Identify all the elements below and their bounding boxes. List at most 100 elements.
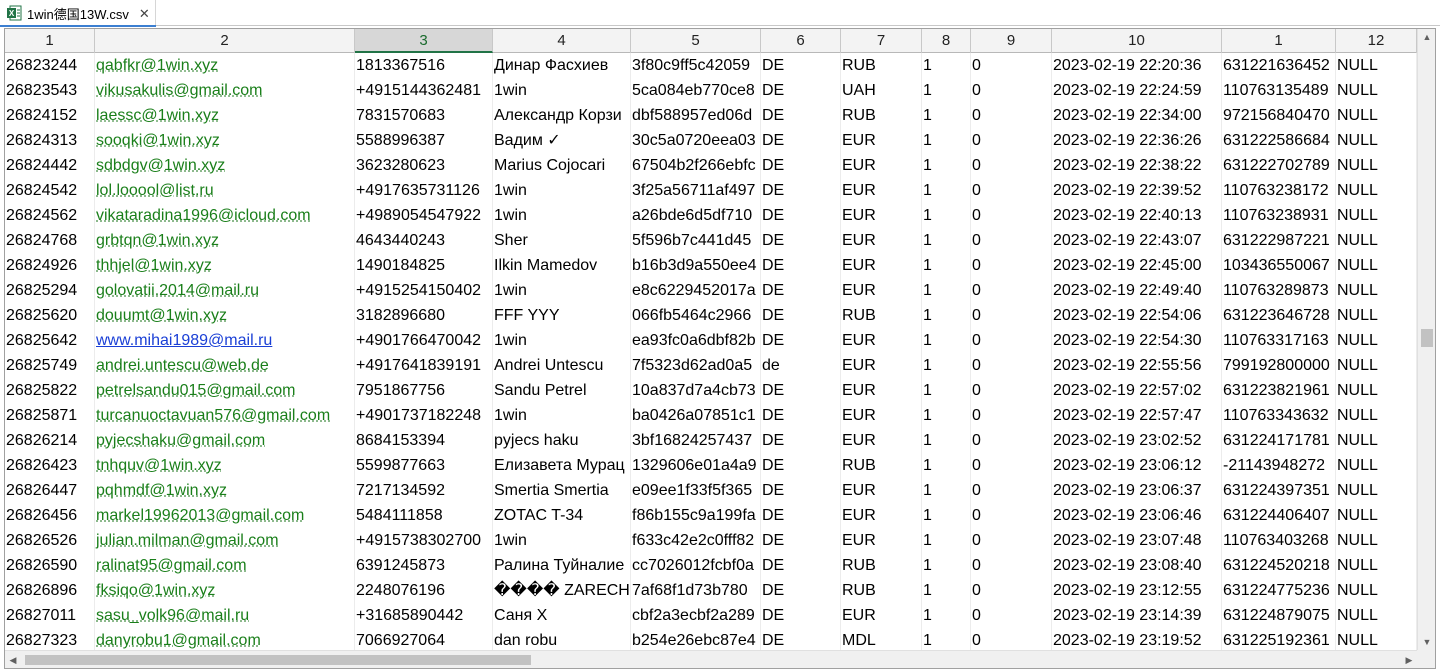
table-cell[interactable]: 1 — [922, 153, 971, 178]
table-cell[interactable]: DE — [761, 128, 841, 153]
table-cell[interactable]: 3f25a56711af497 — [631, 178, 761, 203]
table-cell[interactable]: cbf2a3ecbf2a289 — [631, 603, 761, 628]
table-cell[interactable]: b16b3d9a550ee4 — [631, 253, 761, 278]
table-cell[interactable]: Динар Фасхиев — [493, 53, 631, 78]
table-cell[interactable]: 5ca084eb770ce8 — [631, 78, 761, 103]
table-cell[interactable]: 26824442 — [5, 153, 95, 178]
table-cell[interactable]: 2023-02-19 22:34:00 — [1052, 103, 1222, 128]
table-cell[interactable]: 2023-02-19 22:57:02 — [1052, 378, 1222, 403]
table-cell[interactable]: 26826590 — [5, 553, 95, 578]
table-cell[interactable]: 0 — [971, 78, 1052, 103]
table-cell[interactable]: 0 — [971, 103, 1052, 128]
table-cell[interactable]: Вадим ✓ — [493, 128, 631, 153]
table-cell[interactable]: 8684153394 — [355, 428, 493, 453]
table-cell[interactable]: 1 — [922, 103, 971, 128]
table-cell[interactable]: de — [761, 353, 841, 378]
table-cell[interactable]: 631224397351 — [1222, 478, 1336, 503]
email-link-cell[interactable]: golovatii.2014@mail.ru — [95, 278, 355, 303]
table-cell[interactable]: 1win — [493, 528, 631, 553]
email-link-cell[interactable]: sooqki@1win.xyz — [95, 128, 355, 153]
table-cell[interactable]: 1win — [493, 178, 631, 203]
table-cell[interactable]: 110763403268 — [1222, 528, 1336, 553]
table-cell[interactable]: 0 — [971, 128, 1052, 153]
table-cell[interactable]: 26823244 — [5, 53, 95, 78]
table-cell[interactable]: 631223821961 — [1222, 378, 1336, 403]
table-cell[interactable]: 066fb5464c2966 — [631, 303, 761, 328]
table-cell[interactable]: 1 — [922, 553, 971, 578]
table-cell[interactable]: 0 — [971, 453, 1052, 478]
table-cell[interactable]: 1 — [922, 128, 971, 153]
table-cell[interactable]: 26826214 — [5, 428, 95, 453]
table-cell[interactable]: NULL — [1336, 553, 1417, 578]
table-cell[interactable]: 631223646728 — [1222, 303, 1336, 328]
table-cell[interactable]: e09ee1f33f5f365 — [631, 478, 761, 503]
table-cell[interactable]: 1 — [922, 478, 971, 503]
table-cell[interactable]: 7af68f1d73b780 — [631, 578, 761, 603]
table-cell[interactable]: 2023-02-19 22:38:22 — [1052, 153, 1222, 178]
table-cell[interactable]: 26824542 — [5, 178, 95, 203]
table-cell[interactable]: 3f80c9ff5c42059 — [631, 53, 761, 78]
column-header-9[interactable]: 9 — [971, 29, 1052, 53]
table-cell[interactable]: 631221636452 — [1222, 53, 1336, 78]
email-link-cell[interactable]: turcanuoctavuan576@gmail.com — [95, 403, 355, 428]
table-cell[interactable]: DE — [761, 153, 841, 178]
table-cell[interactable]: EUR — [841, 503, 922, 528]
column-header-10[interactable]: 10 — [1052, 29, 1222, 53]
table-cell[interactable]: 67504b2f266ebfc — [631, 153, 761, 178]
table-cell[interactable]: RUB — [841, 453, 922, 478]
table-cell[interactable]: DE — [761, 453, 841, 478]
table-cell[interactable]: 110763343632 — [1222, 403, 1336, 428]
table-cell[interactable]: 7217134592 — [355, 478, 493, 503]
table-cell[interactable]: 0 — [971, 603, 1052, 628]
table-cell[interactable]: 1 — [922, 503, 971, 528]
table-cell[interactable]: RUB — [841, 553, 922, 578]
table-cell[interactable]: 110763289873 — [1222, 278, 1336, 303]
table-cell[interactable]: 0 — [971, 278, 1052, 303]
table-cell[interactable]: 1win — [493, 403, 631, 428]
table-cell[interactable]: 2023-02-19 22:24:59 — [1052, 78, 1222, 103]
table-cell[interactable]: 2023-02-19 23:02:52 — [1052, 428, 1222, 453]
horizontal-scroll-thumb[interactable] — [25, 655, 531, 665]
table-cell[interactable]: +4915738302700 — [355, 528, 493, 553]
table-cell[interactable]: NULL — [1336, 428, 1417, 453]
table-cell[interactable]: NULL — [1336, 103, 1417, 128]
table-cell[interactable]: 2023-02-19 23:07:48 — [1052, 528, 1222, 553]
table-cell[interactable]: f86b155c9a199fa — [631, 503, 761, 528]
table-cell[interactable]: 0 — [971, 203, 1052, 228]
scroll-right-icon[interactable]: ▶ — [1401, 651, 1417, 668]
table-cell[interactable]: 0 — [971, 578, 1052, 603]
table-cell[interactable]: 1 — [922, 253, 971, 278]
table-cell[interactable]: 0 — [971, 478, 1052, 503]
table-cell[interactable]: 26824926 — [5, 253, 95, 278]
table-cell[interactable]: pyjecs haku — [493, 428, 631, 453]
table-cell[interactable]: 0 — [971, 253, 1052, 278]
table-cell[interactable]: NULL — [1336, 353, 1417, 378]
table-cell[interactable]: 7f5323d62ad0a5 — [631, 353, 761, 378]
table-cell[interactable]: EUR — [841, 328, 922, 353]
table-cell[interactable]: EUR — [841, 428, 922, 453]
table-cell[interactable]: ea93fc0a6dbf82b — [631, 328, 761, 353]
table-cell[interactable]: UAH — [841, 78, 922, 103]
email-link-cell[interactable]: tnhquv@1win.xyz — [95, 453, 355, 478]
table-cell[interactable]: DE — [761, 103, 841, 128]
table-cell[interactable]: DE — [761, 528, 841, 553]
table-cell[interactable]: 1 — [922, 53, 971, 78]
column-header-1[interactable]: 1 — [5, 29, 95, 53]
email-link-cell[interactable]: ralinat95@gmail.com — [95, 553, 355, 578]
table-cell[interactable]: 1 — [922, 178, 971, 203]
table-cell[interactable]: 1490184825 — [355, 253, 493, 278]
table-cell[interactable]: DE — [761, 378, 841, 403]
table-cell[interactable]: EUR — [841, 603, 922, 628]
table-cell[interactable]: 5484111858 — [355, 503, 493, 528]
file-tab[interactable]: X 1win德国13W.csv ✕ — [0, 0, 156, 27]
vertical-scrollbar[interactable]: ▲ ▼ — [1417, 29, 1435, 650]
column-header-2[interactable]: 2 — [95, 29, 355, 53]
email-link-cell[interactable]: fksiqo@1win.xyz — [95, 578, 355, 603]
spreadsheet-grid[interactable]: 1 2 3 4 5 6 7 8 9 10 1 12 26823244 qabfkr@1win.xyz 18… — [4, 28, 1436, 669]
table-cell[interactable]: DE — [761, 303, 841, 328]
email-link-cell[interactable]: vikusakulis@gmail.com — [95, 78, 355, 103]
vertical-scroll-thumb[interactable] — [1421, 329, 1433, 347]
table-cell[interactable]: EUR — [841, 528, 922, 553]
table-cell[interactable]: 26827011 — [5, 603, 95, 628]
table-cell[interactable]: 1 — [922, 328, 971, 353]
